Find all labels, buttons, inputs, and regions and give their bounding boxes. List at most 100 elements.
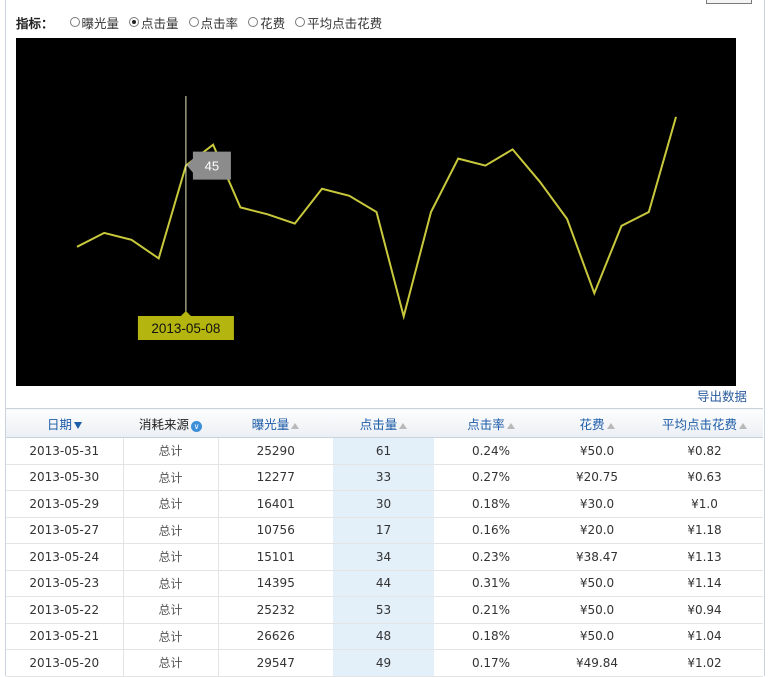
table-cell: 总计 [123,437,219,465]
table-cell: 2013-05-30 [6,464,124,491]
table-row: 2013-05-30 总计 12277 33 0.27% ¥20.75 ¥0.63 [6,464,763,491]
table-cell: 0.18% [434,623,548,650]
table-cell: 14395 [218,570,333,597]
value-tooltip: 45 [186,151,231,180]
column-header-source: 消耗来源 ∨ [123,408,218,438]
tooltip-value: 45 [205,159,219,174]
table-cell: ¥38.47 [548,543,646,571]
table-cell: 44 [333,570,434,597]
sort-icon[interactable] [291,422,300,429]
column-header-date[interactable]: 日期 [6,408,123,438]
table-cell: 2013-05-27 [6,517,124,544]
metric-label: 指标： [16,15,54,31]
column-header-avg-cpc[interactable]: 平均点击花费 [646,408,763,438]
table-cell: ¥1.18 [646,517,763,544]
table-cell: ¥1.04 [646,623,763,650]
table-cell: ¥1.02 [646,649,763,677]
table-header: 日期 消耗来源 ∨ 曝光量 点击量 点击率 花费 平均点击花费 [6,408,763,438]
table-cell: ¥50.0 [548,570,646,597]
table-cell: 0.27% [434,464,548,491]
column-header-cost[interactable]: 花费 [548,408,646,438]
table-cell: 29547 [218,649,333,677]
table-cell: 0.23% [434,543,548,571]
table-row: 2013-05-29 总计 16401 30 0.18% ¥30.0 ¥1.0 [6,490,763,518]
table-row: 2013-05-20 总计 29547 49 0.17% ¥49.84 ¥1.02 [6,649,763,677]
table-cell: ¥49.84 [548,649,646,677]
table-cell: 0.16% [434,517,548,544]
table-cell: 2013-05-21 [6,623,124,650]
column-header-clicks[interactable]: 点击量 [333,408,434,438]
info-icon[interactable]: ∨ [191,420,202,432]
table-cell: 0.21% [434,596,548,624]
table-cell: ¥1.13 [646,543,763,571]
table-row: 2013-05-27 总计 10756 17 0.16% ¥20.0 ¥1.18 [6,517,763,544]
table-cell: ¥20.75 [548,464,646,491]
table-cell: ¥1.0 [646,490,763,518]
radio-icon[interactable] [188,17,199,27]
table-row: 2013-05-21 总计 26626 48 0.18% ¥50.0 ¥1.04 [6,623,763,650]
table-cell: 总计 [123,570,219,597]
table-row: 2013-05-24 总计 15101 34 0.23% ¥38.47 ¥1.13 [6,543,763,571]
date-tooltip: 2013-05-08 [137,311,234,340]
table-cell: 2013-05-20 [6,649,124,677]
table-cell: 2013-05-24 [6,543,124,571]
table-cell: 总计 [123,517,219,544]
table-cell: ¥30.0 [548,490,646,518]
table-cell: 17 [333,517,434,544]
table-cell: 2013-05-31 [6,437,124,465]
table-cell: 总计 [123,490,219,518]
radio-icon[interactable] [69,17,80,27]
table-cell: 12277 [218,464,333,491]
metric-option-ctr[interactable]: 点击率 [188,13,238,32]
table-cell: 15101 [218,543,333,571]
top-button[interactable] [706,0,752,4]
radio-icon[interactable] [129,17,140,27]
sort-icon[interactable] [606,422,615,429]
export-data-link[interactable]: 导出数据 [697,386,747,405]
table-row: 2013-05-23 总计 14395 44 0.31% ¥50.0 ¥1.14 [6,570,763,597]
table-row: 2013-05-22 总计 25232 53 0.21% ¥50.0 ¥0.94 [6,596,763,624]
table-cell: 25290 [218,437,333,465]
table-body: 2013-05-31 总计 25290 61 0.24% ¥50.0 ¥0.82 2013-0… [6,437,763,677]
table-cell: 53 [333,596,434,624]
radio-icon[interactable] [295,17,306,27]
line-chart[interactable]: 45 2013-05-08 [16,38,736,386]
table-cell: 0.31% [434,570,548,597]
table-cell: 0.24% [434,437,548,465]
table-cell: 61 [333,437,434,465]
table-row: 2013-05-31 总计 25290 61 0.24% ¥50.0 ¥0.82 [6,437,763,465]
table-cell: 34 [333,543,434,571]
sort-desc-icon[interactable] [74,421,82,429]
tooltip-date: 2013-05-08 [151,321,220,336]
table-cell: 总计 [123,464,219,491]
table-cell: 2013-05-22 [6,596,124,624]
metric-selector: 指标： 曝光量 点击量 点击率 花费 平均点击花费 [16,12,392,32]
table-cell: 16401 [218,490,333,518]
table-cell: 0.18% [434,490,548,518]
table-cell: 30 [333,490,434,518]
metric-option-avg-cpc[interactable]: 平均点击花费 [295,13,382,32]
sort-icon[interactable] [739,422,747,429]
column-header-ctr[interactable]: 点击率 [434,408,548,438]
table-cell: 总计 [123,543,219,571]
table-cell: ¥0.63 [646,464,763,491]
table-cell: 0.17% [434,649,548,677]
sort-icon[interactable] [399,422,408,429]
table-cell: ¥20.0 [548,517,646,544]
table-cell: ¥50.0 [548,437,646,465]
metric-option-cost[interactable]: 花费 [248,13,285,32]
sort-icon[interactable] [506,422,515,429]
metric-option-clicks[interactable]: 点击量 [129,13,179,32]
table-cell: 33 [333,464,434,491]
column-header-impressions[interactable]: 曝光量 [218,408,333,438]
metric-option-impressions[interactable]: 曝光量 [69,13,119,32]
table-cell: 总计 [123,596,219,624]
table-cell: ¥0.94 [646,596,763,624]
radio-icon[interactable] [248,17,259,27]
data-table: 日期 消耗来源 ∨ 曝光量 点击量 点击率 花费 平均点击花费 2013-05-3… [6,408,763,677]
table-cell: ¥50.0 [548,623,646,650]
table-cell: 总计 [123,649,219,677]
table-cell: 10756 [218,517,333,544]
table-cell: 49 [333,649,434,677]
table-cell: 48 [333,623,434,650]
